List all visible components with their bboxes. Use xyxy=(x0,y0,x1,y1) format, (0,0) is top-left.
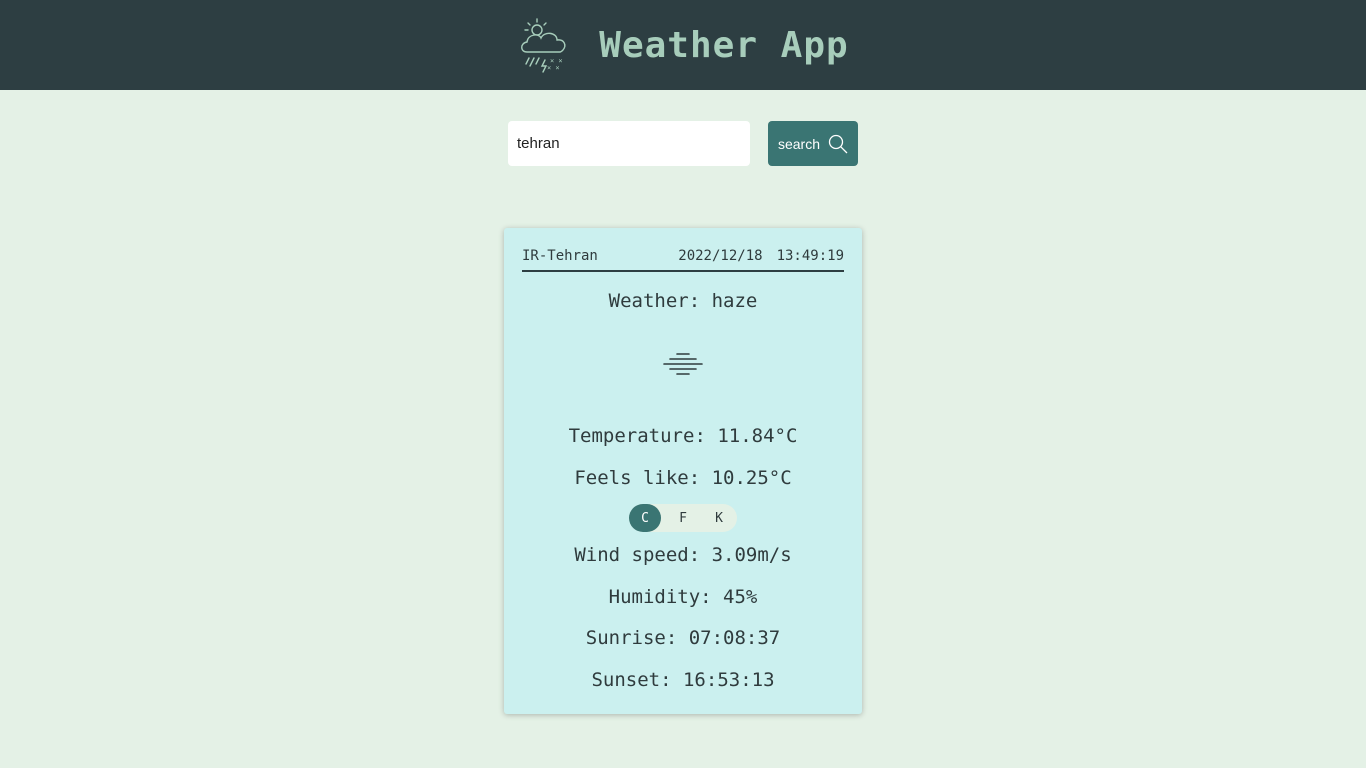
weather-description: Weather: haze xyxy=(608,290,758,312)
sunset: Sunset: 16:53:13 xyxy=(591,669,775,691)
search-button-label: search xyxy=(777,135,821,152)
feels-like: Feels like: 10.25°C xyxy=(574,467,792,489)
storm-cloud-icon: × × × × xyxy=(521,18,566,73)
app-header: × × × × Weather App xyxy=(0,0,1366,90)
wind-speed: Wind speed: 3.09m/s xyxy=(574,544,792,566)
time-label: 13:49:19 xyxy=(776,248,844,264)
unit-fahrenheit-button[interactable]: F xyxy=(667,504,699,532)
unit-kelvin-button[interactable]: K xyxy=(703,504,735,532)
svg-text:× ×: × × xyxy=(547,64,560,72)
date-label: 2022/12/18 xyxy=(678,248,763,264)
haze-icon xyxy=(663,353,703,375)
search-icon xyxy=(828,134,848,153)
search-bar: search xyxy=(508,121,858,166)
unit-toggle: C F K xyxy=(629,504,737,532)
unit-celsius-button[interactable]: C xyxy=(629,504,661,532)
app-title: Weather App xyxy=(599,24,849,66)
search-input[interactable] xyxy=(508,121,750,166)
temperature: Temperature: 11.84°C xyxy=(568,425,798,447)
sunrise: Sunrise: 07:08:37 xyxy=(585,627,781,649)
search-button[interactable]: search xyxy=(768,121,858,166)
datetime: 2022/12/18 13:49:19 xyxy=(678,248,844,264)
weather-card: IR-Tehran 2022/12/18 13:49:19 Weather: h… xyxy=(504,228,862,714)
location-label: IR-Tehran xyxy=(522,248,598,264)
humidity: Humidity: 45% xyxy=(608,586,758,608)
card-header: IR-Tehran 2022/12/18 13:49:19 xyxy=(522,228,844,272)
